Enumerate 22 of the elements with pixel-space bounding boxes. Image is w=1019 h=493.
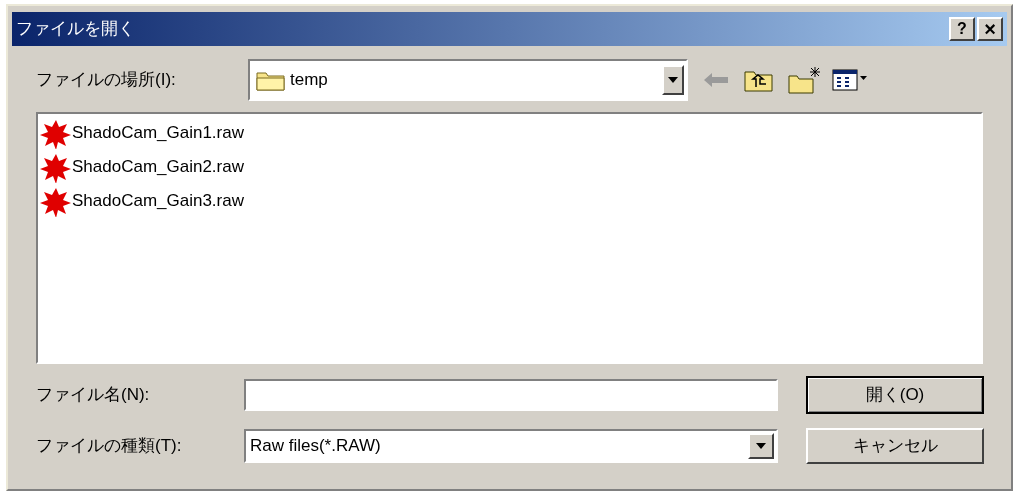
open-button[interactable]: 開く(O) (806, 376, 984, 414)
folder-icon (256, 69, 286, 91)
close-button[interactable]: × (977, 17, 1003, 41)
cancel-button[interactable]: キャンセル (806, 428, 984, 464)
dropdown-button[interactable] (748, 433, 774, 459)
new-folder-icon[interactable] (788, 66, 822, 94)
location-dropdown[interactable]: temp (248, 59, 688, 101)
location-label: ファイルの場所(I): (36, 69, 177, 92)
file-item[interactable]: ShadoCam_Gain3.raw (72, 188, 244, 214)
file-type-label: ファイルの種類(T): (36, 435, 183, 458)
file-name-field[interactable] (244, 379, 778, 411)
caret-icon (668, 77, 678, 83)
caret-icon (756, 443, 766, 449)
file-item[interactable]: ShadoCam_Gain2.raw (72, 154, 244, 180)
file-name-label: ファイル名(N): (36, 384, 151, 407)
file-item[interactable]: ShadoCam_Gain1.raw (72, 120, 244, 146)
file-type-dropdown[interactable]: Raw files(*.RAW) (244, 429, 778, 463)
dropdown-button[interactable] (662, 65, 684, 95)
folder-up-icon[interactable] (744, 68, 774, 92)
help-button[interactable]: ? (949, 17, 975, 41)
window-title: ファイルを開く (16, 18, 135, 41)
view-menu-icon[interactable] (832, 68, 868, 92)
